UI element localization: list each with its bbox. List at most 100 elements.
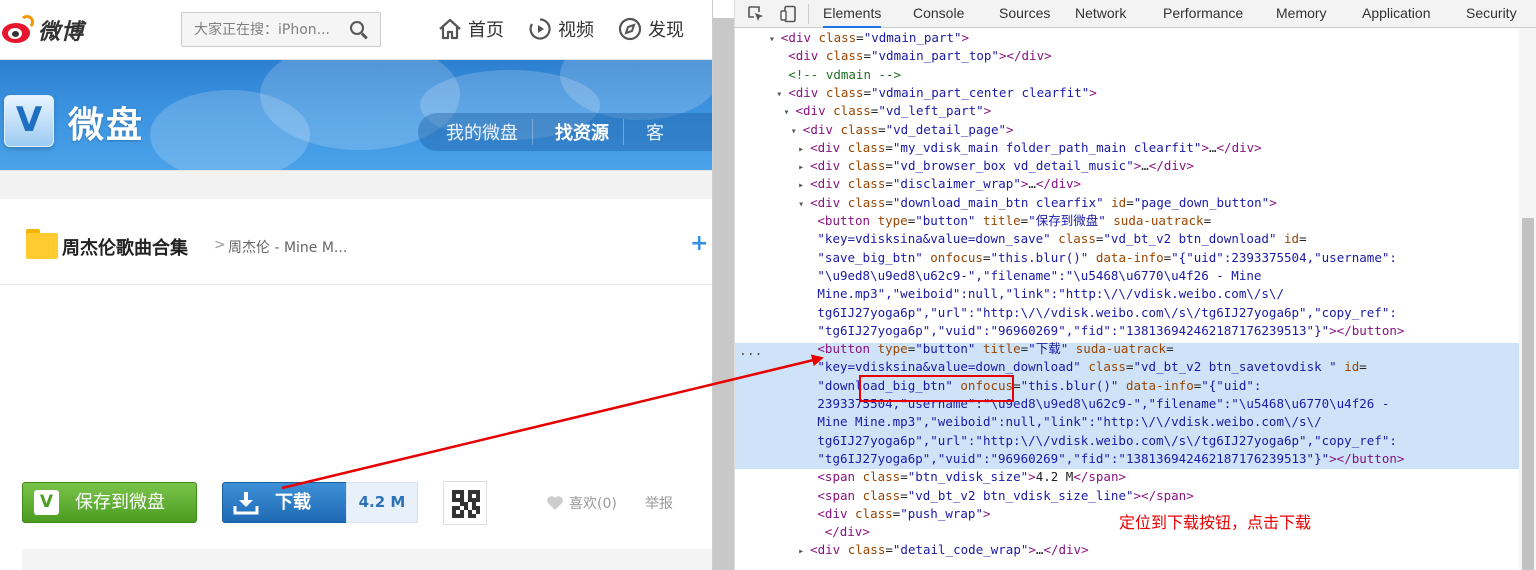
vdisk-logo-icon[interactable]: V: [4, 95, 54, 147]
dom-node-line[interactable]: ▸ <div class="disclaimer_wrap">…</div>: [798, 175, 1081, 193]
nav-discover[interactable]: 发现: [618, 14, 684, 44]
dom-node-line[interactable]: <span class="btn_vdisk_size">4.2 M</span…: [805, 468, 1126, 486]
dom-node-line[interactable]: <button type="button" title="下载" suda-ua…: [805, 340, 1173, 358]
search-icon[interactable]: [350, 21, 368, 40]
dom-node-line[interactable]: tg6IJ27yoga6p","url":"http:\/\/vdisk.wei…: [805, 432, 1396, 450]
dom-node-line[interactable]: Mine Mine.mp3","weiboid":null,"link":"ht…: [805, 413, 1321, 431]
dom-node-line[interactable]: "key=vdisksina&value=down_save" class="v…: [805, 230, 1306, 248]
dom-node-line[interactable]: "tg6IJ27yoga6p","vuid":"96960269","fid":…: [805, 450, 1404, 468]
search-box: [181, 12, 381, 47]
dom-node-line[interactable]: <div class="vdmain_part_top"></div>: [776, 47, 1051, 65]
qrcode-button[interactable]: [443, 481, 487, 525]
weibo-logo[interactable]: 微博: [0, 10, 84, 50]
inspect-element-icon[interactable]: [747, 5, 765, 23]
tab-security[interactable]: Security: [1466, 0, 1517, 28]
tab-memory[interactable]: Memory: [1276, 0, 1327, 28]
nav-video[interactable]: 视频: [528, 14, 594, 44]
weibo-logo-text: 微博: [38, 20, 85, 45]
tab-console[interactable]: Console: [913, 0, 964, 28]
expand-toggle-icon[interactable]: ▸: [798, 177, 810, 195]
dom-node-line[interactable]: ▾ <div class="vdmain_part_center clearfit…: [776, 84, 1097, 102]
vdisk-title: 微盘: [68, 105, 145, 146]
dom-node-line[interactable]: ▾ <div class="vdmain_part">: [769, 29, 969, 47]
video-icon: [529, 18, 551, 40]
page-scrollbar[interactable]: [712, 0, 734, 570]
tab-my-vdisk[interactable]: 我的微盘: [418, 119, 532, 145]
dom-node-line[interactable]: <button type="button" title="保存到微盘" suda…: [805, 212, 1211, 230]
folder-icon: [26, 229, 58, 259]
download-icon: [233, 492, 259, 515]
vdisk-header: V 微盘 我的微盘 找资源 客: [0, 60, 712, 170]
like-button[interactable]: 喜欢(0): [546, 493, 617, 513]
weibo-topbar: 微博 首页 视频: [0, 0, 712, 60]
folder-title[interactable]: 周杰伦歌曲合集: [62, 234, 188, 260]
tab-network[interactable]: Network: [1075, 0, 1126, 28]
tab-elements[interactable]: Elements: [823, 0, 882, 28]
expand-toggle-icon[interactable]: ▸: [798, 159, 810, 177]
tab-performance[interactable]: Performance: [1163, 0, 1243, 28]
save-button-label: 保存到微盘: [75, 492, 165, 513]
devtools-panel: Elements Console Sources Network Performance…: [734, 0, 1536, 570]
download-button[interactable]: 下载: [222, 482, 347, 523]
dom-node-line[interactable]: <!-- vdmain -->: [776, 66, 901, 84]
download-button-label: 下载: [275, 492, 311, 513]
dom-node-line[interactable]: ▾ <div class="vd_left_part">: [784, 102, 992, 120]
breadcrumb-separator: >: [214, 237, 226, 253]
tab-client[interactable]: 客: [623, 119, 678, 145]
elements-scrollbar[interactable]: [1519, 28, 1536, 570]
breadcrumb-file-name: 周杰伦 - Mine M...: [228, 240, 348, 256]
device-toolbar-icon[interactable]: [780, 5, 798, 23]
expand-toggle-icon[interactable]: ▾: [769, 31, 781, 49]
expand-toggle-icon[interactable]: ▸: [798, 543, 810, 561]
dom-node-line[interactable]: </div>: [813, 523, 870, 541]
breadcrumb: 周杰伦歌曲合集 > 周杰伦 - Mine M... +: [0, 170, 712, 285]
nav-discover-label: 发现: [648, 20, 684, 41]
heart-icon: [547, 496, 563, 510]
dom-node-line[interactable]: 2393375504,"username":"\u9ed8\u9ed8\u62c…: [805, 395, 1389, 413]
dom-node-line[interactable]: tg6IJ27yoga6p","url":"http:\/\/vdisk.wei…: [805, 304, 1396, 322]
nav-home[interactable]: 首页: [438, 14, 504, 44]
nav-home-label: 首页: [468, 20, 504, 41]
expand-toggle-icon[interactable]: ▸: [798, 141, 810, 159]
content-strip: [22, 549, 712, 570]
webpage-pane: 微博 首页 视频: [0, 0, 712, 570]
dom-node-line[interactable]: "\u9ed8\u9ed8\u62c9-","filename":"\u5468…: [805, 267, 1261, 285]
nav-video-label: 视频: [558, 20, 594, 41]
expand-toggle-icon[interactable]: ▾: [784, 104, 796, 122]
dom-node-line[interactable]: ▸ <div class="detail_code_wrap">…</div>: [798, 541, 1089, 559]
dom-node-line[interactable]: ▾ <div class="vd_detail_page">: [791, 121, 1014, 139]
expand-toggle-icon[interactable]: ▾: [791, 123, 803, 141]
tab-application[interactable]: Application: [1362, 0, 1431, 28]
dom-node-line[interactable]: ▸ <div class="my_vdisk_main folder_path_m…: [798, 139, 1262, 157]
devtools-tabbar: Elements Console Sources Network Performance…: [735, 0, 1536, 28]
tab-sources[interactable]: Sources: [999, 0, 1050, 28]
dom-node-line[interactable]: Mine.mp3","weiboid":null,"link":"http:\/…: [805, 285, 1284, 303]
file-size-badge: 4.2 M: [346, 482, 418, 523]
search-input[interactable]: [182, 13, 347, 46]
add-icon[interactable]: +: [690, 231, 708, 256]
annotation-note: 定位到下载按钮，点击下载: [1119, 513, 1312, 532]
expand-toggle-icon[interactable]: ▾: [776, 86, 788, 104]
download-actions: V 保存到微盘 下载 4.2 M 喜欢(0) 举报: [0, 470, 712, 540]
dom-node-line[interactable]: <span class="vd_bt_v2 btn_vdisk_size_lin…: [805, 487, 1193, 505]
dom-node-line[interactable]: "key=vdisksina&value=down_download" clas…: [805, 358, 1366, 376]
save-to-vdisk-button[interactable]: V 保存到微盘: [22, 482, 197, 523]
dom-node-line[interactable]: <div class="push_wrap">: [805, 505, 990, 523]
more-options-icon[interactable]: ...: [739, 344, 762, 359]
tab-find-resources[interactable]: 找资源: [532, 119, 623, 145]
home-icon: [439, 18, 461, 40]
like-label: 喜欢(0): [569, 496, 617, 512]
expand-toggle-icon[interactable]: ▾: [798, 196, 810, 214]
weibo-eye-icon: [0, 15, 34, 45]
vdisk-small-icon: V: [34, 490, 59, 515]
breadcrumb-spacer: [0, 171, 712, 199]
dom-node-line[interactable]: "tg6IJ27yoga6p","vuid":"96960269","fid":…: [805, 322, 1404, 340]
screenshot-root: 微博 首页 视频: [0, 0, 1536, 570]
dom-node-line[interactable]: "download_big_btn" onfocus="this.blur()"…: [805, 377, 1261, 395]
dom-node-line[interactable]: ▾ <div class="download_main_btn clearfix"…: [798, 194, 1277, 212]
dom-node-line[interactable]: "save_big_btn" onfocus="this.blur()" dat…: [805, 249, 1397, 267]
compass-icon: [618, 17, 642, 41]
dom-node-line[interactable]: ▸ <div class="vd_browser_box vd_detail_mu…: [798, 157, 1194, 175]
report-link[interactable]: 举报: [645, 493, 673, 513]
vdisk-tabs: 我的微盘 找资源 客: [418, 113, 712, 151]
